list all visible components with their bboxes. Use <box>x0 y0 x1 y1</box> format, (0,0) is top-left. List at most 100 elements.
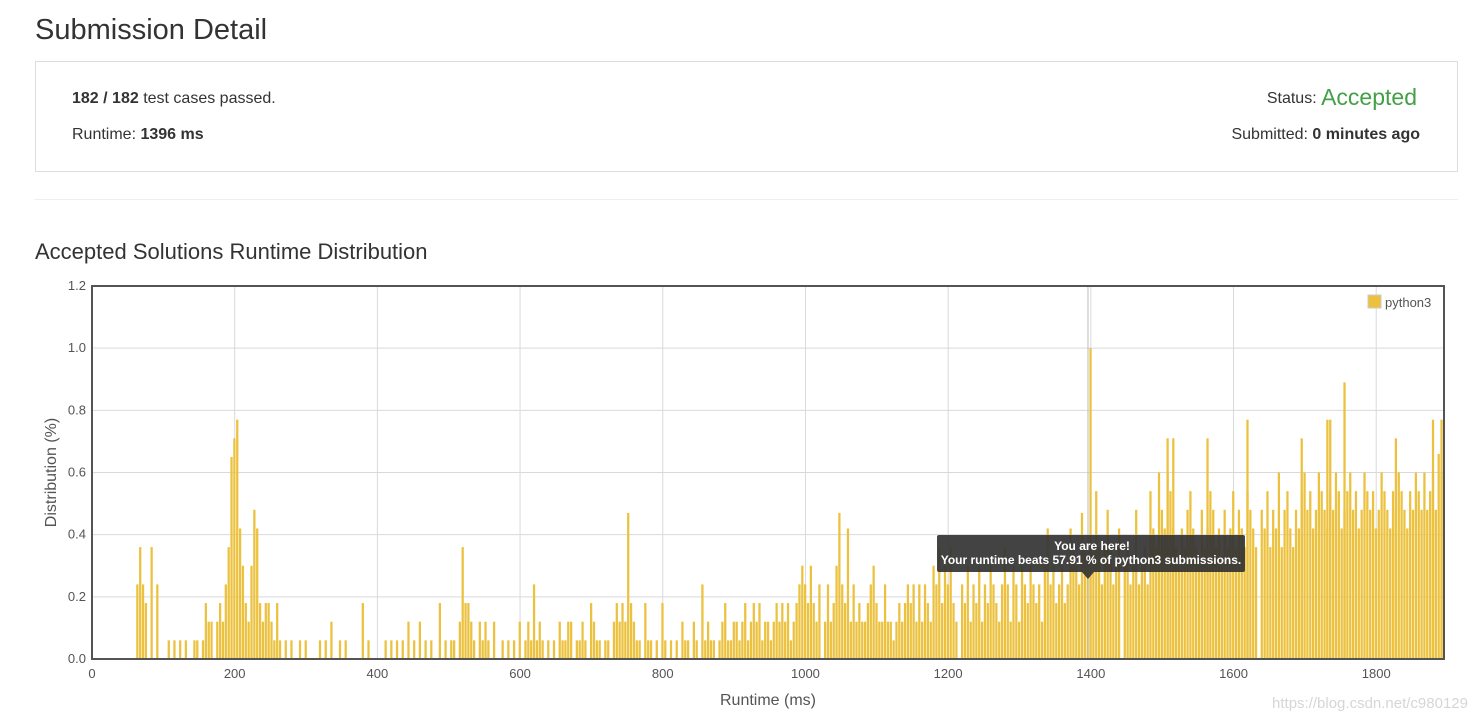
bar[interactable] <box>273 640 276 659</box>
bar[interactable] <box>201 640 205 659</box>
bar[interactable] <box>547 640 550 659</box>
bar[interactable] <box>875 603 878 659</box>
bar[interactable] <box>1020 565 1024 659</box>
bar[interactable] <box>224 584 227 659</box>
bar[interactable] <box>561 640 564 659</box>
bar[interactable] <box>204 603 207 659</box>
bar[interactable] <box>1320 491 1323 659</box>
bar[interactable] <box>1340 528 1343 659</box>
bar[interactable] <box>1323 509 1326 659</box>
bar[interactable] <box>946 584 949 659</box>
bar[interactable] <box>986 603 989 659</box>
bar[interactable] <box>926 603 929 659</box>
bar[interactable] <box>1146 584 1149 659</box>
bar[interactable] <box>655 640 658 659</box>
bar[interactable] <box>1283 509 1286 659</box>
bar[interactable] <box>721 621 724 659</box>
bar[interactable] <box>478 621 481 659</box>
bar[interactable] <box>324 640 327 659</box>
bar[interactable] <box>318 640 322 659</box>
bar[interactable] <box>247 621 250 659</box>
bar[interactable] <box>1089 348 1092 659</box>
bar[interactable] <box>484 621 487 659</box>
bar[interactable] <box>284 640 287 659</box>
bar[interactable] <box>632 621 636 659</box>
bar[interactable] <box>687 640 690 659</box>
bar[interactable] <box>627 512 630 659</box>
bar[interactable] <box>438 603 441 659</box>
bar[interactable] <box>304 640 307 659</box>
bar[interactable] <box>684 640 687 659</box>
bar[interactable] <box>832 603 835 659</box>
bar[interactable] <box>898 603 901 659</box>
bar[interactable] <box>769 640 773 659</box>
bar[interactable] <box>276 603 279 659</box>
bar[interactable] <box>258 603 262 659</box>
bar[interactable] <box>775 603 778 659</box>
bar[interactable] <box>621 603 624 659</box>
bar[interactable] <box>1366 491 1369 659</box>
bar[interactable] <box>746 640 750 659</box>
bar[interactable] <box>838 512 841 659</box>
bar[interactable] <box>1189 491 1192 659</box>
bar[interactable] <box>481 640 484 659</box>
bar[interactable] <box>595 640 598 659</box>
bar[interactable] <box>801 565 804 659</box>
bar[interactable] <box>1137 584 1141 659</box>
bar[interactable] <box>1237 509 1241 659</box>
bar[interactable] <box>552 640 556 659</box>
bar[interactable] <box>812 603 815 659</box>
bar[interactable] <box>458 621 461 659</box>
bar[interactable] <box>1009 621 1012 659</box>
bar[interactable] <box>1334 472 1338 660</box>
bar[interactable] <box>872 565 875 659</box>
bar[interactable] <box>983 584 987 659</box>
bar[interactable] <box>932 565 935 659</box>
bar[interactable] <box>741 621 744 659</box>
bar[interactable] <box>1129 584 1132 659</box>
bar[interactable] <box>233 438 236 659</box>
bar[interactable] <box>1115 565 1118 659</box>
bar[interactable] <box>744 603 747 659</box>
bar[interactable] <box>401 640 404 659</box>
bar[interactable] <box>895 621 898 659</box>
bar[interactable] <box>1029 565 1032 659</box>
bar[interactable] <box>764 621 767 659</box>
bar[interactable] <box>629 603 633 659</box>
bar[interactable] <box>1331 509 1335 659</box>
bar[interactable] <box>1254 547 1258 659</box>
bar[interactable] <box>524 640 527 659</box>
bar[interactable] <box>1272 509 1275 659</box>
bar[interactable] <box>1169 491 1172 659</box>
bar[interactable] <box>923 584 927 659</box>
bar[interactable] <box>806 603 810 659</box>
bar[interactable] <box>998 621 1001 659</box>
bar[interactable] <box>1429 491 1432 659</box>
bar[interactable] <box>1391 491 1395 659</box>
bar[interactable] <box>507 640 510 659</box>
bar[interactable] <box>826 584 830 659</box>
bar[interactable] <box>704 640 707 659</box>
bar[interactable] <box>241 565 245 659</box>
bar[interactable] <box>729 640 733 659</box>
status-accepted[interactable]: Accepted <box>1321 84 1417 110</box>
bar[interactable] <box>955 621 958 659</box>
bar[interactable] <box>995 603 998 659</box>
bar[interactable] <box>1220 565 1223 659</box>
bar[interactable] <box>518 621 521 659</box>
bar[interactable] <box>903 603 907 659</box>
bar[interactable] <box>584 640 587 659</box>
bar[interactable] <box>1266 491 1269 659</box>
bar[interactable] <box>219 603 222 659</box>
bar[interactable] <box>749 621 753 659</box>
bar[interactable] <box>1277 472 1281 660</box>
bar[interactable] <box>841 584 844 659</box>
bar[interactable] <box>367 640 370 659</box>
bar[interactable] <box>1377 509 1380 659</box>
bar[interactable] <box>250 565 253 659</box>
bar[interactable] <box>943 565 947 659</box>
bar[interactable] <box>1263 528 1266 659</box>
bar[interactable] <box>952 603 955 659</box>
bar[interactable] <box>849 621 852 659</box>
bar[interactable] <box>1252 528 1255 659</box>
